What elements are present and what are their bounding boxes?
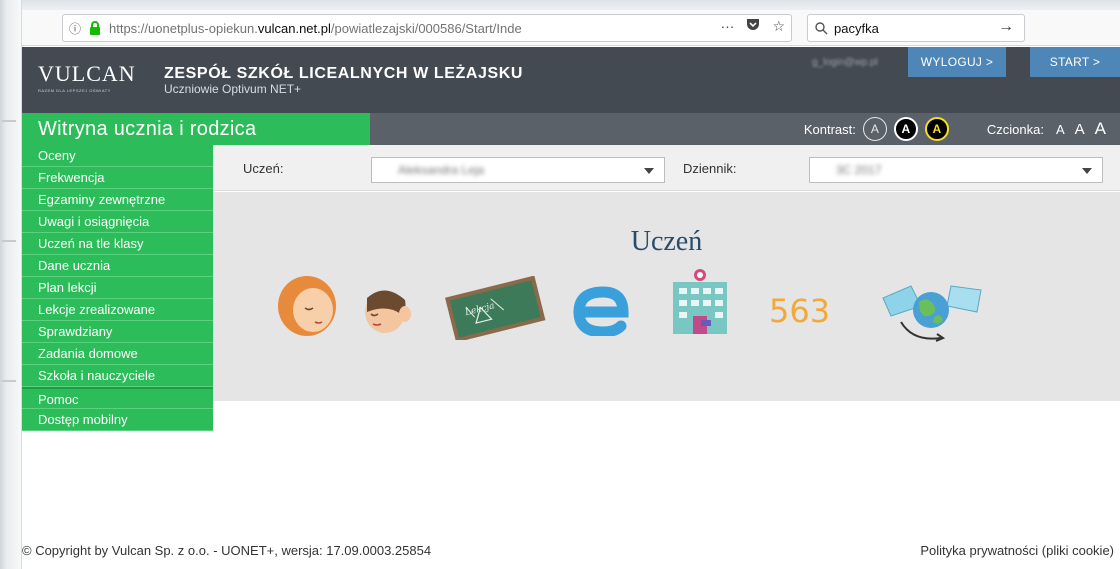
pocket-icon[interactable] [746, 18, 760, 35]
svg-text:563: 563 [769, 292, 830, 330]
title-band: Witryna ucznia i rodzica Kontrast: A A A… [22, 113, 1120, 145]
school-subtitle: Uczniowie Optivum NET+ [164, 82, 302, 96]
sidebar-item-dane-ucznia[interactable]: Dane ucznia [22, 255, 213, 277]
sidebar-item-pomoc[interactable]: Pomoc [22, 387, 213, 409]
sidebar-item-plan-lekcji[interactable]: Plan lekcji [22, 277, 213, 299]
url-text: https://uonetplus-opiekun.vulcan.net.pl/… [109, 20, 522, 36]
contrast-yellow-button[interactable]: A [924, 117, 949, 141]
start-button[interactable]: START > [1030, 47, 1120, 77]
site-header: VULCAN RAZEM DLA LEPSZEJ OŚWIATY ZESPÓŁ … [22, 47, 1120, 113]
sidebar-item-zadania-domowe[interactable]: Zadania domowe [22, 343, 213, 365]
chevron-down-icon [644, 168, 654, 174]
vulcan-logo[interactable]: VULCAN RAZEM DLA LEPSZEJ OŚWIATY [38, 61, 148, 97]
sidebar-item-szkola-i-nauczyciele[interactable]: Szkoła i nauczyciele [22, 365, 213, 387]
font-size-medium-button[interactable]: A [1075, 121, 1085, 138]
numbers-563-icon[interactable]: 563 [765, 286, 855, 341]
accessibility-controls: Kontrast: A A A Czcionka: A A A [804, 117, 1106, 141]
sidebar-item-dostep-mobilny[interactable]: Dostęp mobilny [22, 409, 213, 431]
user-email: g_login@wp.pl [812, 57, 878, 68]
filter-bar: Uczeń: Aleksandra Leja Dziennik: 3C 2017 [213, 145, 1120, 191]
chevron-down-icon [1082, 168, 1092, 174]
student-label: Uczeń: [243, 161, 284, 176]
sidebar-item-lekcje-zrealizowane[interactable]: Lekcje zrealizowane [22, 299, 213, 321]
hero-title: Uczeń [630, 226, 703, 257]
search-icon [808, 21, 834, 35]
lock-icon[interactable] [87, 20, 103, 36]
logout-button[interactable]: WYLOGUJ > [908, 47, 1006, 77]
school-building-icon[interactable] [665, 266, 735, 341]
school-name: ZESPÓŁ SZKÓŁ LICEALNYCH W LEŻAJSKU [164, 65, 524, 82]
background-window-left [0, 0, 22, 569]
sidebar-item-sprawdziany[interactable]: Sprawdziany [22, 321, 213, 343]
globe-mail-icon[interactable] [881, 276, 985, 349]
people-talking-icon[interactable] [275, 270, 425, 345]
sidebar-item-uczen-na-tle-klasy[interactable]: Uczeń na tle klasy [22, 233, 213, 255]
privacy-policy-link[interactable]: Polityka prywatności (pliki cookie) [920, 543, 1114, 558]
sidebar-item-oceny[interactable]: Oceny [22, 145, 213, 167]
student-select[interactable]: Aleksandra Leja [371, 157, 665, 183]
copyright-text: © Copyright by Vulcan Sp. z o.o. - UONET… [22, 543, 432, 558]
sidebar-item-frekwencja[interactable]: Frekwencja [22, 167, 213, 189]
sidebar-item-uwagi[interactable]: Uwagi i osiągnięcia [22, 211, 213, 233]
journal-label: Dziennik: [683, 161, 737, 176]
sidebar-menu: Oceny Frekwencja Egzaminy zewnętrzne Uwa… [22, 145, 213, 431]
arrow-right-icon[interactable]: → [998, 18, 1014, 36]
contrast-normal-button[interactable]: A [862, 117, 887, 141]
browser-toolbar: ⓘ https://uonetplus-opiekun.vulcan.net.p… [22, 10, 1120, 46]
address-bar[interactable]: ⓘ https://uonetplus-opiekun.vulcan.net.p… [62, 14, 792, 42]
search-input[interactable]: pacyfka [834, 21, 879, 36]
contrast-black-white-button[interactable]: A [893, 117, 918, 141]
font-size-small-button[interactable]: A [1056, 122, 1065, 137]
font-size-large-button[interactable]: A [1095, 119, 1106, 139]
info-icon[interactable]: ⓘ [63, 20, 87, 37]
chalkboard-icon[interactable]: Lekcja [443, 275, 547, 345]
sidebar-item-egzaminy[interactable]: Egzaminy zewnętrzne [22, 189, 213, 211]
journal-select[interactable]: 3C 2017 [809, 157, 1103, 183]
page-title: Witryna ucznia i rodzica [22, 113, 370, 145]
search-bar[interactable]: pacyfka → [807, 14, 1025, 42]
e-letter-icon[interactable] [573, 286, 633, 341]
more-actions-icon[interactable]: ··· [720, 18, 734, 35]
student-hero: Uczeń Lekcja 563 [213, 192, 1120, 401]
font-size-label: Czcionka: [986, 121, 1044, 137]
contrast-label: Kontrast: [803, 121, 856, 137]
bookmark-star-icon[interactable]: ☆ [772, 18, 785, 35]
